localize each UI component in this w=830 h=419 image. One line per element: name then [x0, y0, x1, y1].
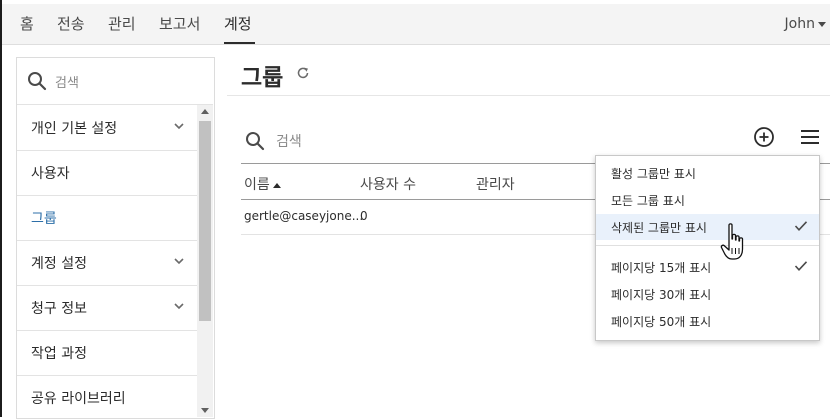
sidebar-item-billing[interactable]: 청구 정보 — [17, 285, 197, 331]
chevron-down-icon — [818, 21, 826, 27]
scroll-thumb[interactable] — [199, 121, 211, 321]
sidebar-item-label: 공유 라이브러리 — [31, 391, 126, 407]
sort-ascending-icon — [272, 182, 281, 188]
top-nav: 홈 전송 관리 보고서 계정 John — [2, 4, 830, 45]
checkmark-icon — [794, 221, 808, 231]
menu-item-label: 페이지당 50개 표시 — [611, 315, 712, 329]
group-search-input[interactable]: 검색 — [276, 131, 302, 151]
chevron-down-icon — [174, 258, 184, 265]
scroll-down-arrow-icon[interactable] — [201, 408, 209, 413]
nav-transfer[interactable]: 전송 — [57, 4, 85, 44]
hamburger-menu-icon[interactable] — [799, 128, 821, 146]
sidebar: 검색 개인 기본 설정 사용자 그룹 계정 설정 청구 정보 작업 과정 공유 … — [16, 57, 215, 419]
search-icon[interactable] — [245, 131, 265, 151]
filter-dropdown-menu: 활성 그룹만 표시 모든 그룹 표시 삭제된 그룹만 표시 페이지당 15개 표… — [595, 155, 820, 341]
user-menu[interactable]: John — [785, 4, 826, 44]
refresh-icon[interactable] — [296, 66, 310, 80]
active-tab-indicator — [224, 42, 255, 44]
sidebar-item-groups[interactable]: 그룹 — [17, 195, 197, 241]
nav-manage[interactable]: 관리 — [108, 4, 136, 44]
sidebar-item-users[interactable]: 사용자 — [17, 150, 197, 196]
column-header-admin[interactable]: 관리자 — [476, 174, 515, 194]
sidebar-item-workflows[interactable]: 작업 과정 — [17, 330, 197, 376]
sidebar-item-label: 작업 과정 — [31, 346, 87, 362]
menu-item-label: 페이지당 15개 표시 — [611, 261, 712, 275]
menu-item-15-per-page[interactable]: 페이지당 15개 표시 — [596, 254, 819, 280]
sidebar-search[interactable]: 검색 — [17, 58, 213, 105]
menu-item-label: 모든 그룹 표시 — [611, 194, 685, 208]
group-name-cell: gertle@caseyjone... — [244, 209, 364, 223]
search-icon — [28, 72, 47, 91]
sidebar-item-preferences[interactable]: 개인 기본 설정 — [17, 105, 197, 151]
nav-account[interactable]: 계정 — [224, 4, 252, 44]
nav-reports[interactable]: 보고서 — [159, 4, 200, 44]
column-header-name[interactable]: 이름 — [244, 174, 281, 194]
nav-home[interactable]: 홈 — [20, 4, 34, 44]
user-count-cell: 0 — [360, 209, 368, 223]
sidebar-item-label: 개인 기본 설정 — [31, 121, 118, 137]
menu-item-label: 페이지당 30개 표시 — [611, 288, 712, 302]
menu-item-active-groups[interactable]: 활성 그룹만 표시 — [596, 160, 819, 186]
menu-item-label: 활성 그룹만 표시 — [611, 167, 696, 181]
column-label: 이름 — [244, 177, 270, 193]
sidebar-item-label: 계정 설정 — [31, 256, 87, 272]
menu-divider — [596, 245, 819, 246]
sidebar-item-account-settings[interactable]: 계정 설정 — [17, 240, 197, 286]
chevron-down-icon — [174, 303, 184, 310]
menu-item-label: 삭제된 그룹만 표시 — [611, 221, 707, 235]
sidebar-search-placeholder: 검색 — [55, 76, 79, 91]
sidebar-item-label: 청구 정보 — [31, 301, 87, 317]
hand-cursor-icon — [720, 223, 744, 260]
page-title: 그룹 — [241, 65, 284, 91]
window-edge — [0, 0, 2, 417]
title-divider — [227, 95, 830, 96]
menu-item-30-per-page[interactable]: 페이지당 30개 표시 — [596, 281, 819, 307]
column-header-user-count[interactable]: 사용자 수 — [360, 174, 416, 194]
checkmark-icon — [794, 261, 808, 271]
menu-item-deleted-groups[interactable]: 삭제된 그룹만 표시 — [596, 214, 819, 240]
sidebar-scrollbar[interactable] — [197, 105, 213, 417]
chevron-down-icon — [174, 123, 184, 130]
menu-item-all-groups[interactable]: 모든 그룹 표시 — [596, 187, 819, 213]
scroll-up-arrow-icon[interactable] — [201, 109, 209, 114]
menu-item-50-per-page[interactable]: 페이지당 50개 표시 — [596, 308, 819, 334]
add-circle-icon[interactable] — [753, 126, 775, 148]
sidebar-item-shared-library[interactable]: 공유 라이브러리 — [17, 375, 197, 418]
user-name: John — [784, 16, 815, 32]
sidebar-item-label: 그룹 — [31, 211, 57, 227]
sidebar-item-label: 사용자 — [31, 166, 70, 182]
